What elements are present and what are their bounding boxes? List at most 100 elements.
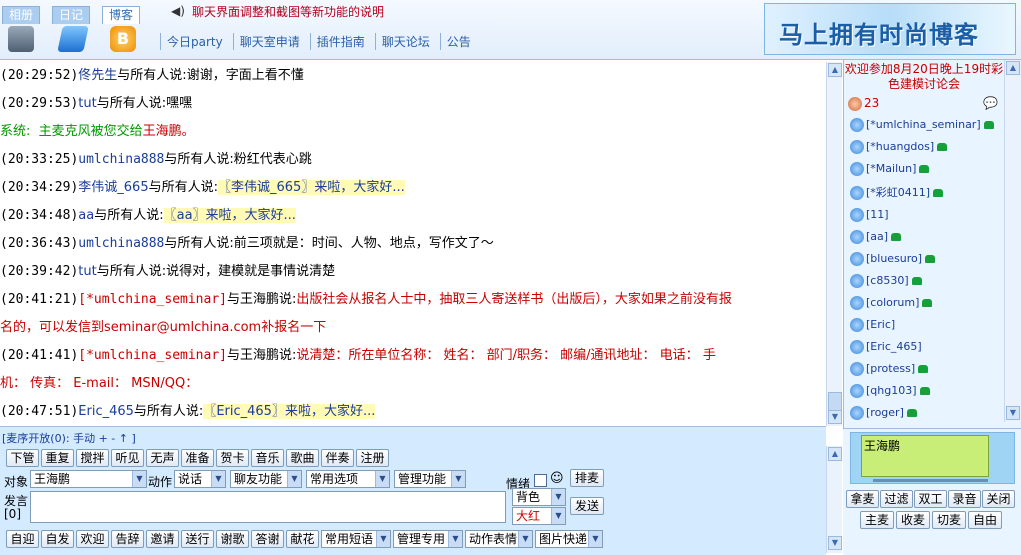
target-select[interactable]: 王海鹏 ▼: [30, 470, 147, 488]
message-input[interactable]: [30, 491, 506, 523]
user-item[interactable]: [*umlchina_seminar]: [850, 118, 994, 136]
tab-diary[interactable]: 日记: [52, 6, 91, 24]
tab-album[interactable]: 相册: [2, 6, 41, 24]
chat-message: (20:39:42)tut与所有人说:说得对，建模就是事情说清楚: [0, 264, 336, 279]
btn-thank-song[interactable]: 谢歌: [216, 530, 249, 548]
phrases-select[interactable]: 常用短语 ▼: [321, 530, 391, 548]
btn-invite[interactable]: 邀请: [146, 530, 179, 548]
picture-select[interactable]: 图片快递 ▼: [535, 530, 603, 548]
user-item[interactable]: [roger]: [850, 406, 917, 424]
chat-scrollbar[interactable]: ▲ ▼: [826, 62, 842, 426]
user-item[interactable]: [colorum]: [850, 296, 933, 314]
mic-panel: 王海鹏 拿麦 过滤 双工 录音 关闭 主麦 收麦 切麦 自由: [843, 428, 1021, 555]
chat-message: (20:47:51)Eric_465与所有人说:〖Eric_465〗来啦，大家好…: [0, 404, 376, 419]
user-icon: [850, 186, 864, 200]
camera-icon[interactable]: [8, 26, 34, 52]
user-item[interactable]: [qhg103]: [850, 384, 930, 402]
btn-farewell[interactable]: 告辞: [111, 530, 144, 548]
user-item[interactable]: [protess]: [850, 362, 929, 380]
user-icon: [850, 318, 864, 332]
blog-banner[interactable]: 马上拥有时尚博客: [764, 3, 1016, 55]
user-icon: [850, 162, 864, 176]
btn-free[interactable]: 自由: [968, 511, 1002, 529]
volume-slider[interactable]: [873, 479, 988, 482]
btn-manage-off[interactable]: 下管: [6, 449, 39, 467]
blog-icon[interactable]: B: [110, 26, 136, 52]
user-icon: [850, 140, 864, 154]
admin-select[interactable]: 管理专用 ▼: [393, 530, 463, 548]
welcome-text: 欢迎参加8月20日晚上19时彩色建模讨论会: [844, 62, 1004, 91]
scroll-up-icon[interactable]: ▲: [828, 63, 842, 77]
btn-take-mic[interactable]: 拿麦: [846, 490, 879, 508]
arrange-mic-button[interactable]: 排麦: [570, 469, 604, 487]
tab-blog[interactable]: 博客: [102, 6, 141, 24]
send-button[interactable]: 发送: [570, 497, 604, 515]
btn-thanks[interactable]: 答谢: [251, 530, 284, 548]
mood-checkbox[interactable]: [534, 474, 547, 487]
input-scrollbar[interactable]: ▲ ▼: [826, 446, 842, 553]
btn-register[interactable]: 注册: [356, 449, 389, 467]
header: 相册 日记 博客 B ◀) 聊天界面调整和截图等新功能的说明 今日party 聊…: [0, 0, 1021, 60]
btn-music[interactable]: 音乐: [251, 449, 284, 467]
btn-accompany[interactable]: 伴奏: [321, 449, 354, 467]
scroll-down-icon[interactable]: ▼: [828, 410, 842, 424]
btn-song[interactable]: 歌曲: [286, 449, 319, 467]
user-icon: [850, 362, 864, 376]
text-color-select[interactable]: 大红 ▼: [512, 507, 566, 525]
smiley-icon[interactable]: ☺: [550, 471, 564, 486]
background-color-select[interactable]: 背色 ▼: [512, 488, 566, 506]
phone-icon: [937, 143, 948, 151]
btn-collect-mic[interactable]: 收麦: [896, 511, 930, 529]
manage-function-select[interactable]: 管理功能 ▼: [394, 470, 466, 488]
btn-close[interactable]: 关闭: [982, 490, 1015, 508]
nav-today-party[interactable]: 今日party: [160, 33, 223, 50]
notebook-icon[interactable]: [57, 26, 89, 52]
nav-room-apply[interactable]: 聊天室申请: [232, 33, 300, 50]
btn-repeat[interactable]: 重复: [41, 449, 74, 467]
user-item[interactable]: [Eric_465]: [850, 340, 922, 358]
scroll-up-icon[interactable]: ▲: [828, 447, 842, 461]
btn-switch-mic[interactable]: 切麦: [932, 511, 966, 529]
user-item[interactable]: [c8530]: [850, 274, 922, 292]
nav-plugin-guide[interactable]: 插件指南: [309, 33, 365, 50]
btn-self-send[interactable]: 自发: [41, 530, 74, 548]
scroll-thumb[interactable]: [828, 392, 842, 412]
btn-main-mic[interactable]: 主麦: [860, 511, 894, 529]
user-item[interactable]: [aa]: [850, 230, 902, 248]
user-item[interactable]: [11]: [850, 208, 889, 226]
user-item[interactable]: [bluesuro]: [850, 252, 936, 270]
btn-flower[interactable]: 献花: [286, 530, 319, 548]
user-list-scrollbar[interactable]: ▲ ▼: [1004, 60, 1020, 422]
user-item[interactable]: [*彩虹0411]: [850, 184, 944, 202]
user-item[interactable]: [*Mailun]: [850, 162, 930, 180]
action-select[interactable]: 说话 ▼: [174, 470, 226, 488]
scroll-up-icon[interactable]: ▲: [1006, 61, 1020, 75]
phone-icon: [919, 387, 930, 395]
btn-ready[interactable]: 准备: [181, 449, 214, 467]
btn-see-off[interactable]: 送行: [181, 530, 214, 548]
common-options-select[interactable]: 常用选项 ▼: [306, 470, 390, 488]
user-item[interactable]: [Eric]: [850, 318, 895, 336]
mic-queue-status[interactable]: [麦序开放(0): 手动 + - ↑ ]: [2, 430, 136, 446]
announcement-link[interactable]: 聊天界面调整和截图等新功能的说明: [192, 3, 384, 20]
btn-filter[interactable]: 过滤: [880, 490, 913, 508]
chevron-down-icon: ▼: [211, 471, 225, 487]
nav-notice[interactable]: 公告: [439, 33, 471, 50]
btn-welcome[interactable]: 欢迎: [76, 530, 109, 548]
btn-self-welcome[interactable]: 自迎: [6, 530, 39, 548]
user-item[interactable]: [*huangdos]: [850, 140, 948, 158]
mic-display: 王海鹏: [850, 432, 1015, 484]
chat-bubble-icon[interactable]: 💬: [983, 96, 998, 110]
friend-function-select[interactable]: 聊友功能 ▼: [230, 470, 302, 488]
btn-duplex[interactable]: 双工: [914, 490, 947, 508]
btn-card[interactable]: 贺卡: [216, 449, 249, 467]
btn-mute[interactable]: 无声: [146, 449, 179, 467]
scroll-down-icon[interactable]: ▼: [828, 536, 842, 550]
chat-message: (20:34:48)aa与所有人说:〖aa〗来啦，大家好...: [0, 208, 296, 223]
emote-select[interactable]: 动作表情 ▼: [465, 530, 533, 548]
btn-stir[interactable]: 搅拌: [76, 449, 109, 467]
btn-listen[interactable]: 听见: [111, 449, 144, 467]
nav-forum[interactable]: 聊天论坛: [374, 33, 430, 50]
scroll-down-icon[interactable]: ▼: [1006, 406, 1020, 420]
btn-record[interactable]: 录音: [948, 490, 981, 508]
